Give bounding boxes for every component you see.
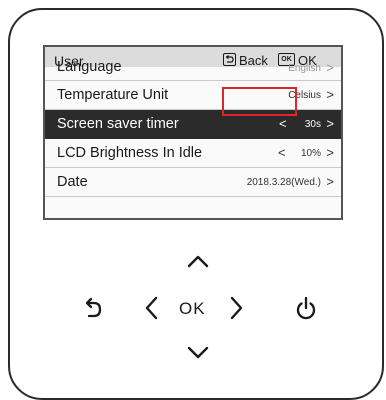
chevron-left-icon[interactable]: < (279, 116, 287, 131)
chevron-up-icon (187, 255, 209, 268)
back-button[interactable] (83, 297, 103, 319)
setting-value: English (288, 63, 321, 74)
chevron-right-icon: > (326, 60, 334, 75)
chevron-right-icon: > (326, 87, 334, 102)
down-button[interactable] (187, 346, 209, 360)
setting-label: Screen saver timer (57, 116, 179, 132)
highlight-box (222, 87, 297, 116)
setting-row-lcd-brightness[interactable]: LCD Brightness In Idle < 10% > (45, 139, 341, 168)
left-button[interactable] (144, 296, 158, 320)
setting-row-language[interactable]: Language English > (45, 59, 341, 81)
back-return-icon (223, 53, 236, 66)
setting-label: LCD Brightness In Idle (57, 145, 203, 161)
back-label: Back (239, 53, 268, 68)
chevron-right-icon (230, 296, 243, 320)
up-button[interactable] (187, 254, 209, 268)
right-button[interactable] (230, 296, 244, 320)
chevron-right-icon[interactable]: > (326, 116, 334, 131)
chevron-down-icon (187, 346, 209, 359)
chevron-left-icon[interactable]: < (278, 145, 286, 160)
setting-label: Language (57, 59, 122, 75)
setting-row-date[interactable]: Date 2018.3.28(Wed.) > (45, 168, 341, 197)
chevron-right-icon[interactable]: > (326, 145, 334, 160)
setting-label: Temperature Unit (57, 87, 169, 103)
return-arrow-icon (85, 297, 102, 318)
setting-label: Date (57, 174, 88, 190)
display-screen: User Back OK OK Language English > Tempe… (43, 45, 343, 220)
chevron-right-icon: > (326, 174, 334, 189)
ok-button[interactable]: OK (179, 299, 206, 319)
setting-value: 30s (304, 119, 321, 130)
power-icon (296, 296, 316, 320)
chevron-left-icon (145, 296, 158, 320)
setting-value: 2018.3.28(Wed.) (246, 177, 321, 188)
power-button[interactable] (295, 296, 317, 320)
setting-value: 10% (300, 148, 321, 159)
